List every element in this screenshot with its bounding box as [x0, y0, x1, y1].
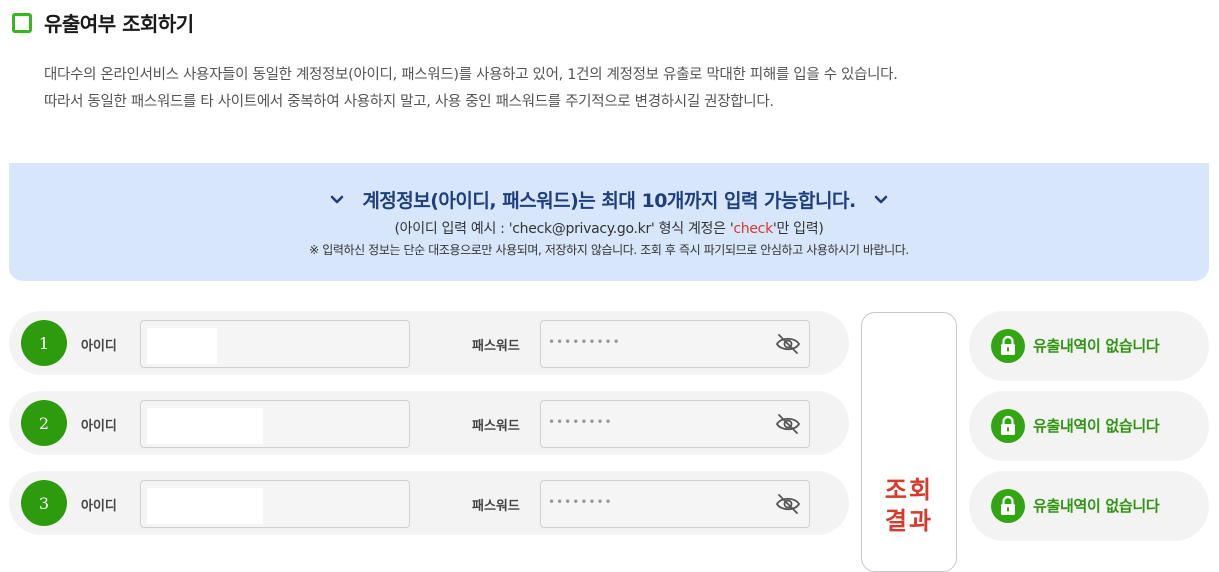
- result-badge: 유출내역이 없습니다: [969, 311, 1209, 381]
- id-input[interactable]: [140, 320, 410, 368]
- account-row: 1 아이디 패스워드 •••••••••: [9, 311, 849, 375]
- example-suffix: '만 입력): [772, 221, 824, 237]
- example-prefix: (아이디 입력 예시 : 'check@privacy.go.kr' 형식 계정…: [394, 221, 734, 237]
- lock-icon: [991, 409, 1025, 443]
- id-label: 아이디: [81, 419, 117, 434]
- lookup-result-button[interactable]: 조회 결과: [861, 312, 957, 572]
- page-title: 유출여부 조회하기: [44, 12, 194, 36]
- lookup-button-label: 조회 결과: [862, 475, 956, 537]
- description: 대다수의 온라인서비스 사용자들이 동일한 계정정보(아이디, 패스워드)를 사…: [44, 62, 898, 116]
- password-label: 패스워드: [472, 499, 520, 514]
- eye-slash-icon[interactable]: [775, 333, 801, 355]
- password-label: 패스워드: [472, 339, 520, 354]
- id-label: 아이디: [81, 499, 117, 514]
- banner-example: (아이디 입력 예시 : 'check@privacy.go.kr' 형식 계정…: [9, 218, 1209, 238]
- password-input[interactable]: •••••••••: [540, 320, 810, 368]
- banner-headline: 계정정보(아이디, 패스워드)는 최대 10개까지 입력 가능합니다.: [362, 190, 856, 212]
- checkbox-icon: [12, 12, 32, 33]
- lock-icon: [991, 489, 1025, 523]
- password-mask: •••••••••: [548, 335, 621, 349]
- account-row: 2 아이디 패스워드 ••••••••: [9, 391, 849, 455]
- lookup-label-line-1: 조회: [884, 476, 934, 504]
- chevron-down-icon: [331, 195, 344, 203]
- id-label: 아이디: [81, 339, 117, 354]
- password-input[interactable]: ••••••••: [540, 480, 810, 528]
- id-input[interactable]: [140, 480, 410, 528]
- account-row: 3 아이디 패스워드 ••••••••: [9, 471, 849, 535]
- password-mask: ••••••••: [548, 415, 613, 429]
- redacted-value: [147, 408, 263, 444]
- eye-slash-icon[interactable]: [775, 493, 801, 515]
- example-highlight: check: [733, 221, 773, 237]
- lookup-label-line-2: 결과: [884, 507, 934, 535]
- info-banner: 계정정보(아이디, 패스워드)는 최대 10개까지 입력 가능합니다. (아이디…: [9, 163, 1209, 281]
- section-header: 유출여부 조회하기: [12, 8, 194, 37]
- eye-slash-icon[interactable]: [775, 413, 801, 435]
- id-input[interactable]: [140, 400, 410, 448]
- result-badge: 유출내역이 없습니다: [969, 391, 1209, 461]
- result-text: 유출내역이 없습니다: [1033, 497, 1160, 515]
- banner-headline-row: 계정정보(아이디, 패스워드)는 최대 10개까지 입력 가능합니다.: [9, 186, 1209, 213]
- lock-icon: [991, 329, 1025, 363]
- row-number: 2: [21, 400, 67, 446]
- row-number: 3: [21, 480, 67, 526]
- password-input[interactable]: ••••••••: [540, 400, 810, 448]
- banner-note: ※ 입력하신 정보는 단순 대조용으로만 사용되며, 저장하지 않습니다. 조회…: [309, 243, 909, 257]
- description-line-2: 따라서 동일한 패스워드를 타 사이트에서 중복하여 사용하지 말고, 사용 중…: [44, 94, 774, 110]
- password-label: 패스워드: [472, 419, 520, 434]
- description-line-1: 대다수의 온라인서비스 사용자들이 동일한 계정정보(아이디, 패스워드)를 사…: [44, 67, 898, 83]
- redacted-value: [147, 488, 263, 524]
- result-text: 유출내역이 없습니다: [1033, 337, 1160, 355]
- redacted-value: [147, 328, 217, 364]
- chevron-down-icon: [874, 195, 887, 203]
- result-text: 유출내역이 없습니다: [1033, 417, 1160, 435]
- row-number: 1: [21, 320, 67, 366]
- result-badge: 유출내역이 없습니다: [969, 471, 1209, 541]
- password-mask: ••••••••: [548, 495, 613, 509]
